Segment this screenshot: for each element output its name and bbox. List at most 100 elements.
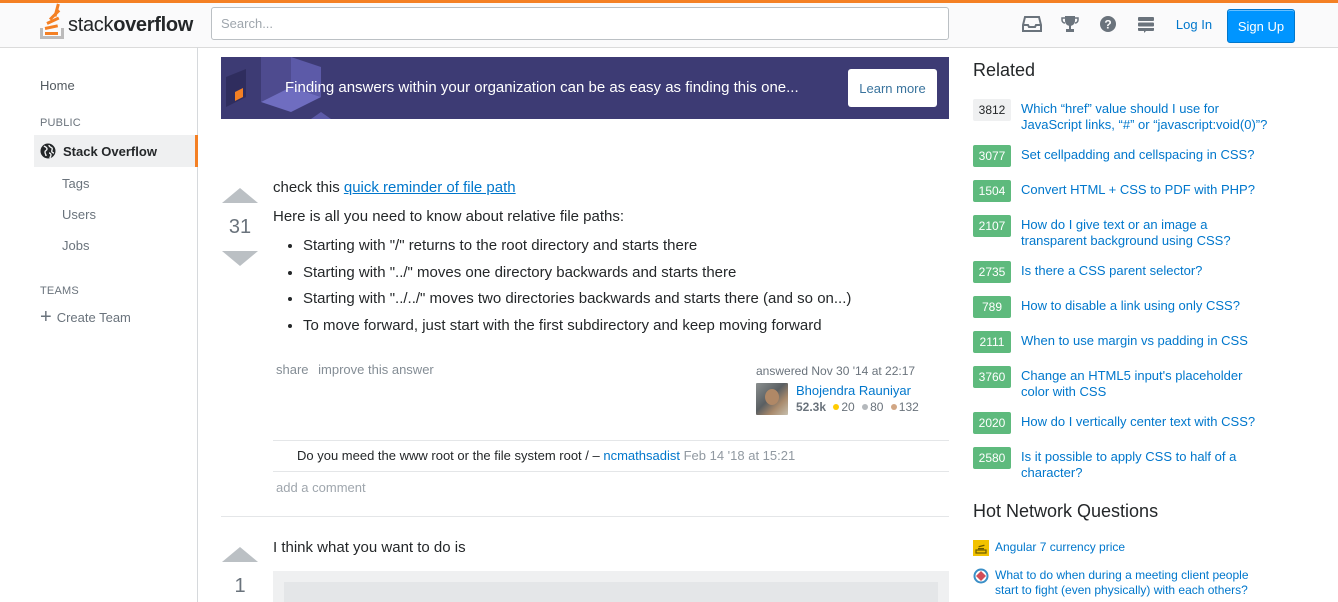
related-item[interactable]: 2107 How do I give text or an image a tr… xyxy=(973,215,1273,249)
upvote-arrow-icon[interactable] xyxy=(222,188,258,203)
related-item[interactable]: 2735 Is there a CSS parent selector? xyxy=(973,261,1273,283)
answer-intro-text: check this xyxy=(273,179,344,196)
share-link[interactable]: share xyxy=(276,362,309,377)
hnq-link[interactable]: What to do when during a meeting client … xyxy=(995,568,1260,598)
site-switcher-icon[interactable] xyxy=(1127,7,1165,40)
nav-heading-public: PUBLIC xyxy=(40,117,81,129)
gold-badge-icon xyxy=(833,404,840,411)
create-team-link[interactable]: + Create Team xyxy=(40,306,131,328)
answer-body: check this quick reminder of file path H… xyxy=(273,178,949,342)
post-menu: share improve this answer xyxy=(276,362,440,377)
hnq-item[interactable]: What to do when during a meeting client … xyxy=(973,568,1273,598)
quick-reminder-link[interactable]: quick reminder of file path xyxy=(344,179,516,196)
silver-badge-count: 80 xyxy=(870,400,884,414)
stackoverflow-logo[interactable]: stackoverflow xyxy=(40,3,193,41)
related-link[interactable]: Convert HTML + CSS to PDF with PHP? xyxy=(1021,182,1271,202)
logo-text-prefix: stack xyxy=(68,13,114,36)
vote-count-2: 1 xyxy=(234,575,246,597)
user-reputation: 52.3k 20 80 132 xyxy=(796,400,919,414)
related-score: 2735 xyxy=(973,261,1011,283)
vote-count: 31 xyxy=(228,216,252,238)
nav-stackoverflow-label: Stack Overflow xyxy=(63,143,157,159)
answer-bullet-list: Starting with "/" returns to the root di… xyxy=(303,236,949,335)
related-score: 2580 xyxy=(973,447,1011,469)
logo-text: stackoverflow xyxy=(68,14,193,37)
related-score: 789 xyxy=(973,296,1011,318)
related-score: 2020 xyxy=(973,412,1011,434)
login-link[interactable]: Log In xyxy=(1166,10,1222,38)
downvote-arrow-icon[interactable] xyxy=(222,251,258,266)
code-block xyxy=(273,571,949,602)
create-team-label: Create Team xyxy=(56,309,131,325)
achievements-icon[interactable] xyxy=(1051,7,1089,40)
vote-cell-2: 1 xyxy=(222,547,258,602)
inbox-icon[interactable] xyxy=(1013,7,1051,40)
gold-badge-count: 20 xyxy=(841,400,855,414)
topbar-icons: ? xyxy=(1013,7,1165,40)
avatar[interactable] xyxy=(756,383,788,415)
user-signature: answered Nov 30 '14 at 22:17 Bhojendra R… xyxy=(756,364,956,415)
plus-icon: + xyxy=(40,306,52,328)
related-item[interactable]: 1504 Convert HTML + CSS to PDF with PHP? xyxy=(973,180,1273,202)
related-item[interactable]: 3077 Set cellpadding and cellspacing in … xyxy=(973,145,1273,167)
nav-stackoverflow[interactable]: Stack Overflow xyxy=(34,135,198,167)
nav-users[interactable]: Users xyxy=(62,207,96,222)
related-item[interactable]: 2111 When to use margin vs padding in CS… xyxy=(973,331,1273,353)
improve-answer-link[interactable]: improve this answer xyxy=(318,362,434,377)
related-link[interactable]: Is it possible to apply CSS to half of a… xyxy=(1021,449,1271,481)
top-bar: stackoverflow ? Log In Sign Up xyxy=(0,0,1338,47)
related-score: 3077 xyxy=(973,145,1011,167)
nav-home[interactable]: Home xyxy=(40,78,75,93)
related-link[interactable]: How to disable a link using only CSS? xyxy=(1021,298,1271,318)
add-comment-link[interactable]: add a comment xyxy=(276,480,366,495)
learn-more-button[interactable]: Learn more xyxy=(848,69,937,107)
related-link[interactable]: Change an HTML5 input's placeholder colo… xyxy=(1021,368,1271,400)
stackoverflow-logo-icon xyxy=(40,3,64,39)
search-input[interactable] xyxy=(211,7,949,40)
related-link[interactable]: Set cellpadding and cellspacing in CSS? xyxy=(1021,147,1271,167)
reputation-score: 52.3k xyxy=(796,400,827,414)
related-score: 3760 xyxy=(973,366,1011,388)
related-link[interactable]: Which “href” value should I use for Java… xyxy=(1021,101,1271,133)
nav-jobs[interactable]: Jobs xyxy=(62,238,89,253)
related-item[interactable]: 2580 Is it possible to apply CSS to half… xyxy=(973,447,1273,481)
nav-tags[interactable]: Tags xyxy=(62,176,89,191)
signup-button[interactable]: Sign Up xyxy=(1227,9,1295,43)
related-heading: Related xyxy=(973,60,1036,80)
related-link[interactable]: How do I give text or an image a transpa… xyxy=(1021,217,1271,249)
bronze-badge-icon xyxy=(890,404,897,411)
silver-badge-icon xyxy=(862,404,869,411)
related-item[interactable]: 2020 How do I vertically center text wit… xyxy=(973,412,1273,434)
hnq-item[interactable]: Angular 7 currency price xyxy=(973,540,1273,556)
stackoverflow-site-icon xyxy=(973,540,989,556)
user-name-link[interactable]: Bhojendra Rauniyar xyxy=(796,383,911,398)
related-score: 2107 xyxy=(973,215,1011,237)
bronze-badge-count: 132 xyxy=(898,400,919,414)
globe-icon xyxy=(40,143,56,159)
list-item: Starting with "../" moves one directory … xyxy=(303,263,949,283)
answer-intro: check this quick reminder of file path xyxy=(273,178,949,198)
vote-cell: 31 xyxy=(222,188,258,266)
comment-user-link[interactable]: ncmathsadist xyxy=(603,448,680,463)
answer-lead: Here is all you need to know about relat… xyxy=(273,207,625,225)
nav-heading-teams: TEAMS xyxy=(40,285,79,297)
left-sidebar: Home PUBLIC Stack Overflow Tags Users Jo… xyxy=(0,47,198,602)
related-item[interactable]: 3812 Which “href” value should I use for… xyxy=(973,99,1273,133)
logo-text-bold: overflow xyxy=(113,13,194,36)
related-item[interactable]: 789 How to disable a link using only CSS… xyxy=(973,296,1273,318)
hnq-heading: Hot Network Questions xyxy=(973,501,1159,521)
related-link[interactable]: How do I vertically center text with CSS… xyxy=(1021,414,1271,434)
hnq-link[interactable]: Angular 7 currency price xyxy=(995,540,1260,556)
list-item: To move forward, just start with the fir… xyxy=(303,316,949,336)
related-link[interactable]: When to use margin vs padding in CSS xyxy=(1021,333,1271,353)
comment-date: Feb 14 '18 at 15:21 xyxy=(683,448,796,463)
answered-time: answered Nov 30 '14 at 22:17 xyxy=(756,364,916,378)
related-item[interactable]: 3760 Change an HTML5 input's placeholder… xyxy=(973,366,1273,400)
related-link[interactable]: Is there a CSS parent selector? xyxy=(1021,263,1271,283)
related-score: 2111 xyxy=(973,331,1011,353)
related-score: 3812 xyxy=(973,99,1011,121)
banner-text: Finding answers within your organization… xyxy=(285,79,799,96)
help-icon[interactable]: ? xyxy=(1089,7,1127,40)
upvote-arrow-icon[interactable] xyxy=(222,547,258,562)
svg-text:?: ? xyxy=(1104,17,1111,31)
